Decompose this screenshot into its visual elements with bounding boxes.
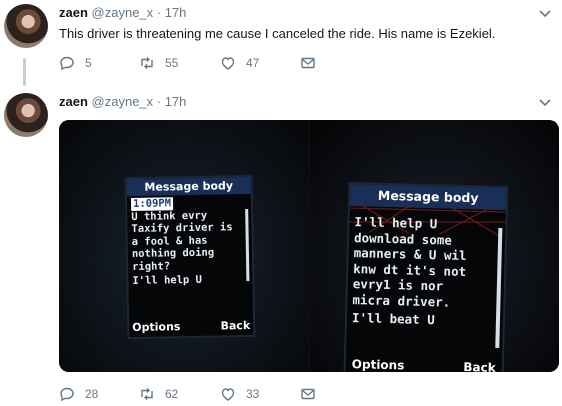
screen-title: Message body — [126, 176, 251, 197]
tweet-header: zaen @zayne_x · 17h — [59, 94, 186, 109]
retweet-button[interactable]: 55 — [139, 55, 178, 71]
message-icon — [301, 57, 315, 69]
like-count: 33 — [246, 387, 260, 401]
display-name[interactable]: zaen — [59, 94, 88, 109]
thread-line — [23, 58, 26, 86]
chevron-down-icon[interactable] — [538, 96, 552, 110]
tweet-header: zaen @zayne_x · 17h — [59, 5, 186, 20]
dm-button[interactable] — [300, 386, 326, 402]
retweet-icon — [141, 388, 153, 400]
tweet-actions: 5 55 47 — [59, 55, 359, 75]
tweet-text: This driver is threatening me cause I ca… — [59, 26, 496, 41]
message-icon — [301, 388, 315, 400]
options-softkey: Options — [132, 320, 181, 335]
display-name[interactable]: zaen — [59, 5, 88, 20]
media-grid[interactable]: Message body 1:09PM U think evry Taxify … — [59, 120, 559, 372]
tweet-actions: 28 62 33 — [59, 386, 359, 406]
reply-icon — [60, 387, 74, 402]
handle-time[interactable]: @zayne_x · 17h — [92, 5, 187, 20]
reply-button[interactable]: 5 — [59, 55, 92, 71]
message-line: I'll beat U — [351, 310, 435, 328]
dm-button[interactable] — [300, 55, 326, 71]
retweet-count: 55 — [165, 56, 179, 70]
back-softkey: Back — [463, 360, 496, 372]
softkeys: Options Back — [346, 357, 502, 372]
handle-time[interactable]: @zayne_x · 17h — [92, 94, 187, 109]
phone-screen-left: Message body 1:09PM U think evry Taxify … — [124, 174, 256, 340]
photo-right[interactable]: Message body I'll help U download some m… — [310, 120, 559, 372]
phone-screen-right: Message body I'll help U download some m… — [343, 181, 509, 372]
message-line: Taxify driver is — [131, 221, 233, 236]
options-softkey: Options — [351, 357, 405, 372]
like-button[interactable]: 47 — [220, 55, 259, 71]
reply-button[interactable]: 28 — [59, 386, 98, 402]
softkeys: Options Back — [129, 319, 253, 337]
message-time: 1:09PM — [130, 197, 174, 211]
back-softkey: Back — [220, 318, 251, 333]
message-line: micra driver. — [352, 291, 451, 310]
photo-left[interactable]: Message body 1:09PM U think evry Taxify … — [59, 120, 309, 372]
tweet-1[interactable]: zaen @zayne_x · 17h This driver is threa… — [0, 0, 562, 90]
like-button[interactable]: 33 — [220, 386, 259, 402]
retweet-icon — [141, 57, 153, 69]
message-line: I'll help U — [132, 273, 203, 288]
avatar[interactable] — [4, 93, 48, 137]
chevron-down-icon[interactable] — [538, 7, 552, 21]
reply-icon — [60, 56, 74, 71]
like-count: 47 — [246, 56, 260, 70]
like-icon — [221, 57, 235, 70]
reply-count: 28 — [85, 387, 99, 401]
like-icon — [221, 388, 235, 401]
retweet-button[interactable]: 62 — [139, 386, 178, 402]
reply-count: 5 — [85, 56, 92, 70]
avatar[interactable] — [4, 4, 48, 48]
message-line: right? — [132, 259, 171, 273]
retweet-count: 62 — [165, 387, 179, 401]
